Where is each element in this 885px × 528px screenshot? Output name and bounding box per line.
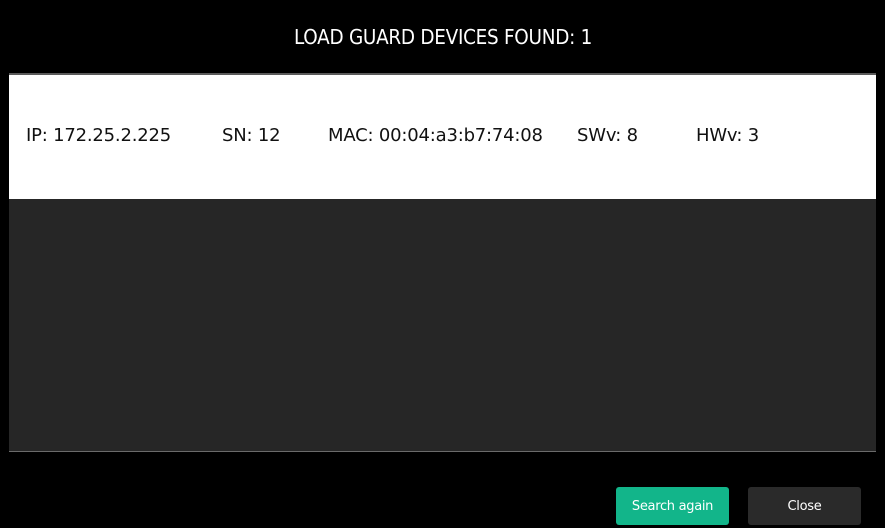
close-button[interactable]: Close [748, 487, 861, 525]
device-serial-number: SN: 12 [222, 125, 281, 146]
device-mac-address: MAC: 00:04:a3:b7:74:08 [328, 125, 543, 146]
dialog-title: LOAD GUARD DEVICES FOUND: 1 [293, 24, 592, 49]
dialog-header: LOAD GUARD DEVICES FOUND: 1 [9, 0, 876, 75]
device-ip: IP: 172.25.2.225 [26, 125, 171, 146]
device-hardware-version: HWv: 3 [696, 125, 760, 146]
device-row[interactable]: IP: 172.25.2.225 SN: 12 MAC: 00:04:a3:b7… [9, 75, 876, 199]
device-search-dialog: LOAD GUARD DEVICES FOUND: 1 IP: 172.25.2… [0, 0, 885, 528]
device-software-version: SWv: 8 [577, 125, 638, 146]
search-again-button[interactable]: Search again [616, 487, 729, 525]
device-list: IP: 172.25.2.225 SN: 12 MAC: 00:04:a3:b7… [9, 75, 876, 452]
